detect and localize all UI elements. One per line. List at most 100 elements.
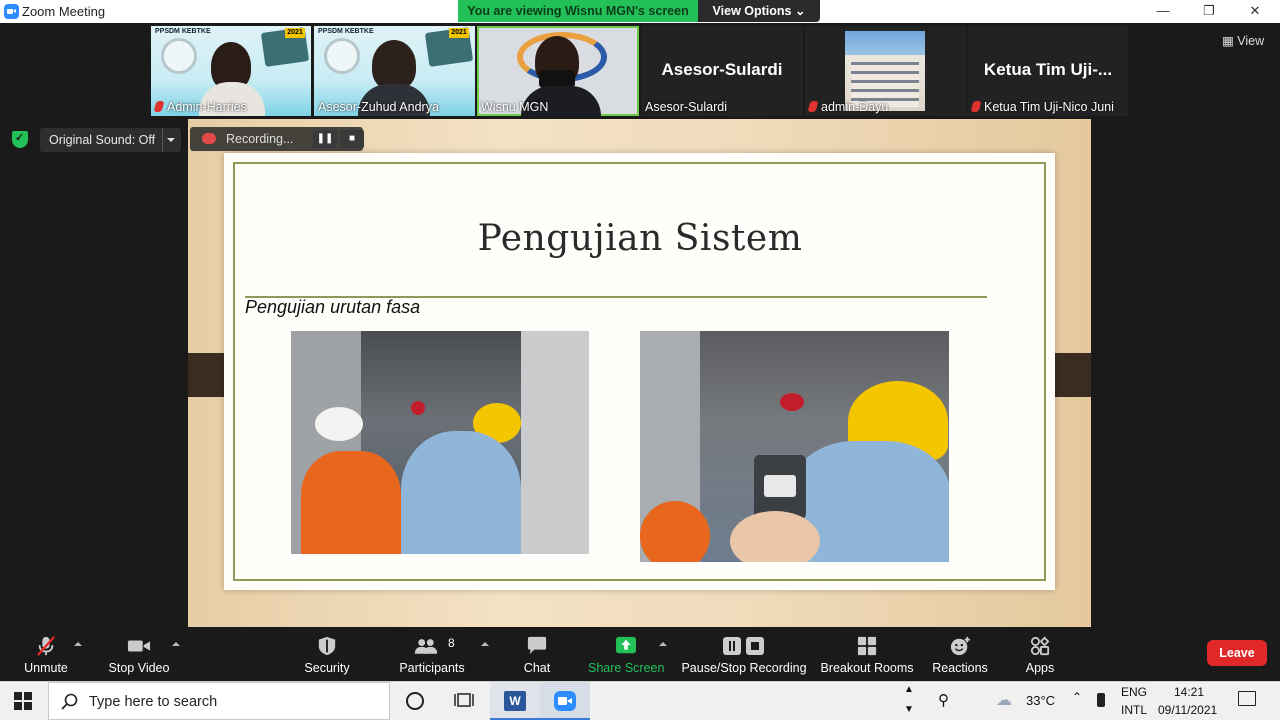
slide-photo-left <box>291 331 589 554</box>
phase-tester <box>754 455 806 519</box>
cortana-icon[interactable] <box>406 692 424 710</box>
pause-stop-recording-label: Pause/Stop Recording <box>681 661 807 675</box>
maximize-button[interactable]: ❐ <box>1186 0 1232 23</box>
institution-logo <box>324 38 360 74</box>
divider <box>162 128 163 152</box>
recording-indicator: Recording... ❚❚ ■ <box>190 127 364 151</box>
stop-video-label: Stop Video <box>108 661 170 675</box>
pause-recording-button[interactable]: ❚❚ <box>313 130 337 148</box>
participants-icon <box>414 639 438 654</box>
microphone-icon[interactable] <box>1097 693 1105 707</box>
share-options-caret-icon[interactable] <box>659 642 667 646</box>
unmute-label: Unmute <box>24 661 68 675</box>
original-sound-toggle[interactable]: Original Sound: Off <box>40 128 181 152</box>
smiley-plus-icon <box>950 636 970 656</box>
audio-options-caret-icon[interactable] <box>74 642 82 646</box>
leave-button[interactable]: Leave <box>1207 640 1267 666</box>
video-tile-asesor-sulardi[interactable]: Asesor-Sulardi Asesor-Sulardi <box>641 26 803 116</box>
unmute-button[interactable]: Unmute <box>12 632 80 678</box>
chat-label: Chat <box>523 661 551 675</box>
window-title: Zoom Meeting <box>22 4 106 19</box>
tile-header: PPSDM KEBTKE <box>155 28 211 35</box>
taskbar-word-app[interactable]: W <box>490 682 540 720</box>
recording-status: Recording... <box>226 132 294 146</box>
participants-caret-icon[interactable] <box>481 642 489 646</box>
participants-button[interactable]: 8 Participants <box>396 632 468 678</box>
participant-big-name: Ketua Tim Uji-... <box>983 60 1113 79</box>
recording-cloud-icon <box>202 133 216 144</box>
windows-start-icon[interactable] <box>14 692 32 710</box>
test-clip <box>780 393 804 411</box>
taskbar-search-input[interactable]: Type here to search <box>48 682 390 720</box>
stop-video-button[interactable]: Stop Video <box>100 632 178 678</box>
muted-mic-icon <box>36 636 56 656</box>
original-sound-label: Original Sound: Off <box>49 133 156 147</box>
input-language-top[interactable]: ENG <box>1121 685 1147 699</box>
participants-count: 8 <box>448 636 455 650</box>
minimize-button[interactable]: — <box>1140 0 1186 23</box>
white-helmet <box>315 407 363 441</box>
search-placeholder: Type here to search <box>89 694 218 710</box>
breakout-rooms-button[interactable]: Breakout Rooms <box>818 632 916 678</box>
people-icon[interactable]: ⚲ <box>938 691 949 709</box>
close-button[interactable]: ✕ <box>1232 0 1278 23</box>
breakout-rooms-label: Breakout Rooms <box>820 661 914 675</box>
video-options-caret-icon[interactable] <box>172 642 180 646</box>
search-icon <box>61 693 78 710</box>
participant-name: admin-Dayu <box>809 100 888 114</box>
year-badge: 2021 <box>449 28 469 38</box>
clock-date[interactable]: 09/11/2021 <box>1158 703 1217 717</box>
year-badge: 2021 <box>285 28 305 38</box>
show-hidden-icons-chevron-icon[interactable]: ⌃ <box>1072 690 1082 704</box>
reactions-button[interactable]: Reactions <box>928 632 992 678</box>
view-options-label: View Options <box>712 4 792 18</box>
shield-icon <box>318 636 336 656</box>
zoom-app-icon <box>4 4 19 19</box>
caret-down-icon[interactable] <box>167 138 175 142</box>
task-view-icon[interactable] <box>454 691 474 714</box>
share-screen-button[interactable]: Share Screen <box>588 632 664 678</box>
participant-name: Asesor-Sulardi <box>645 100 727 114</box>
orange-uniform <box>301 451 401 554</box>
clock-time[interactable]: 14:21 <box>1174 685 1204 699</box>
notification-center-icon[interactable] <box>1238 691 1256 706</box>
apps-button[interactable]: Apps <box>1016 632 1064 678</box>
participant-name: Ketua Tim Uji-Nico Juni <box>972 100 1114 114</box>
share-screen-icon <box>616 636 636 654</box>
scroll-down-icon[interactable]: ▼ <box>904 704 914 715</box>
slide-title: Pengujian Sistem <box>477 218 803 259</box>
security-label: Security <box>304 661 350 675</box>
tester-panel <box>764 475 796 497</box>
video-camera-icon <box>127 640 151 652</box>
input-language-bottom[interactable]: INTL <box>1121 703 1147 717</box>
participant-head <box>372 40 416 90</box>
video-tile-admin-harries[interactable]: PPSDM KEBTKE 2021 Admin-Harries <box>151 26 311 116</box>
chat-button[interactable]: Chat <box>512 632 562 678</box>
view-options-button[interactable]: View Options ⌄ <box>698 0 820 22</box>
taskbar-zoom-app[interactable] <box>540 682 590 720</box>
institution-logo <box>161 38 197 74</box>
hand <box>730 511 820 562</box>
scroll-up-icon[interactable]: ▲ <box>904 684 914 695</box>
blue-uniform <box>401 431 521 554</box>
view-label: View <box>1237 34 1265 48</box>
video-tile-ketua-tim[interactable]: Ketua Tim Uji-... Ketua Tim Uji-Nico Jun… <box>968 26 1128 116</box>
cabinet-door <box>521 331 589 554</box>
view-button[interactable]: ▦ View <box>1222 33 1264 48</box>
stop-recording-button[interactable]: ■ <box>340 130 364 148</box>
share-screen-label: Share Screen <box>588 661 665 675</box>
apps-icon <box>1030 636 1050 656</box>
grid-view-icon: ▦ <box>1222 34 1234 48</box>
video-tile-admin-dayu[interactable]: admin-Dayu <box>805 26 967 116</box>
pause-stop-icon <box>723 637 764 655</box>
word-icon: W <box>504 691 526 711</box>
reactions-label: Reactions <box>932 661 988 675</box>
video-tile-asesor-zuhud[interactable]: PPSDM KEBTKE 2021 Asesor-Zuhud Andrya <box>314 26 475 116</box>
building-picture <box>845 31 925 111</box>
test-probe <box>411 401 425 415</box>
temperature[interactable]: 33°C <box>1026 693 1055 708</box>
pause-stop-recording-button[interactable]: Pause/Stop Recording <box>680 632 808 678</box>
participant-name: Asesor-Zuhud Andrya <box>318 100 439 114</box>
security-button[interactable]: Security <box>297 632 357 678</box>
video-tile-wisnu-mgn[interactable]: Wisnu MGN <box>477 26 639 116</box>
